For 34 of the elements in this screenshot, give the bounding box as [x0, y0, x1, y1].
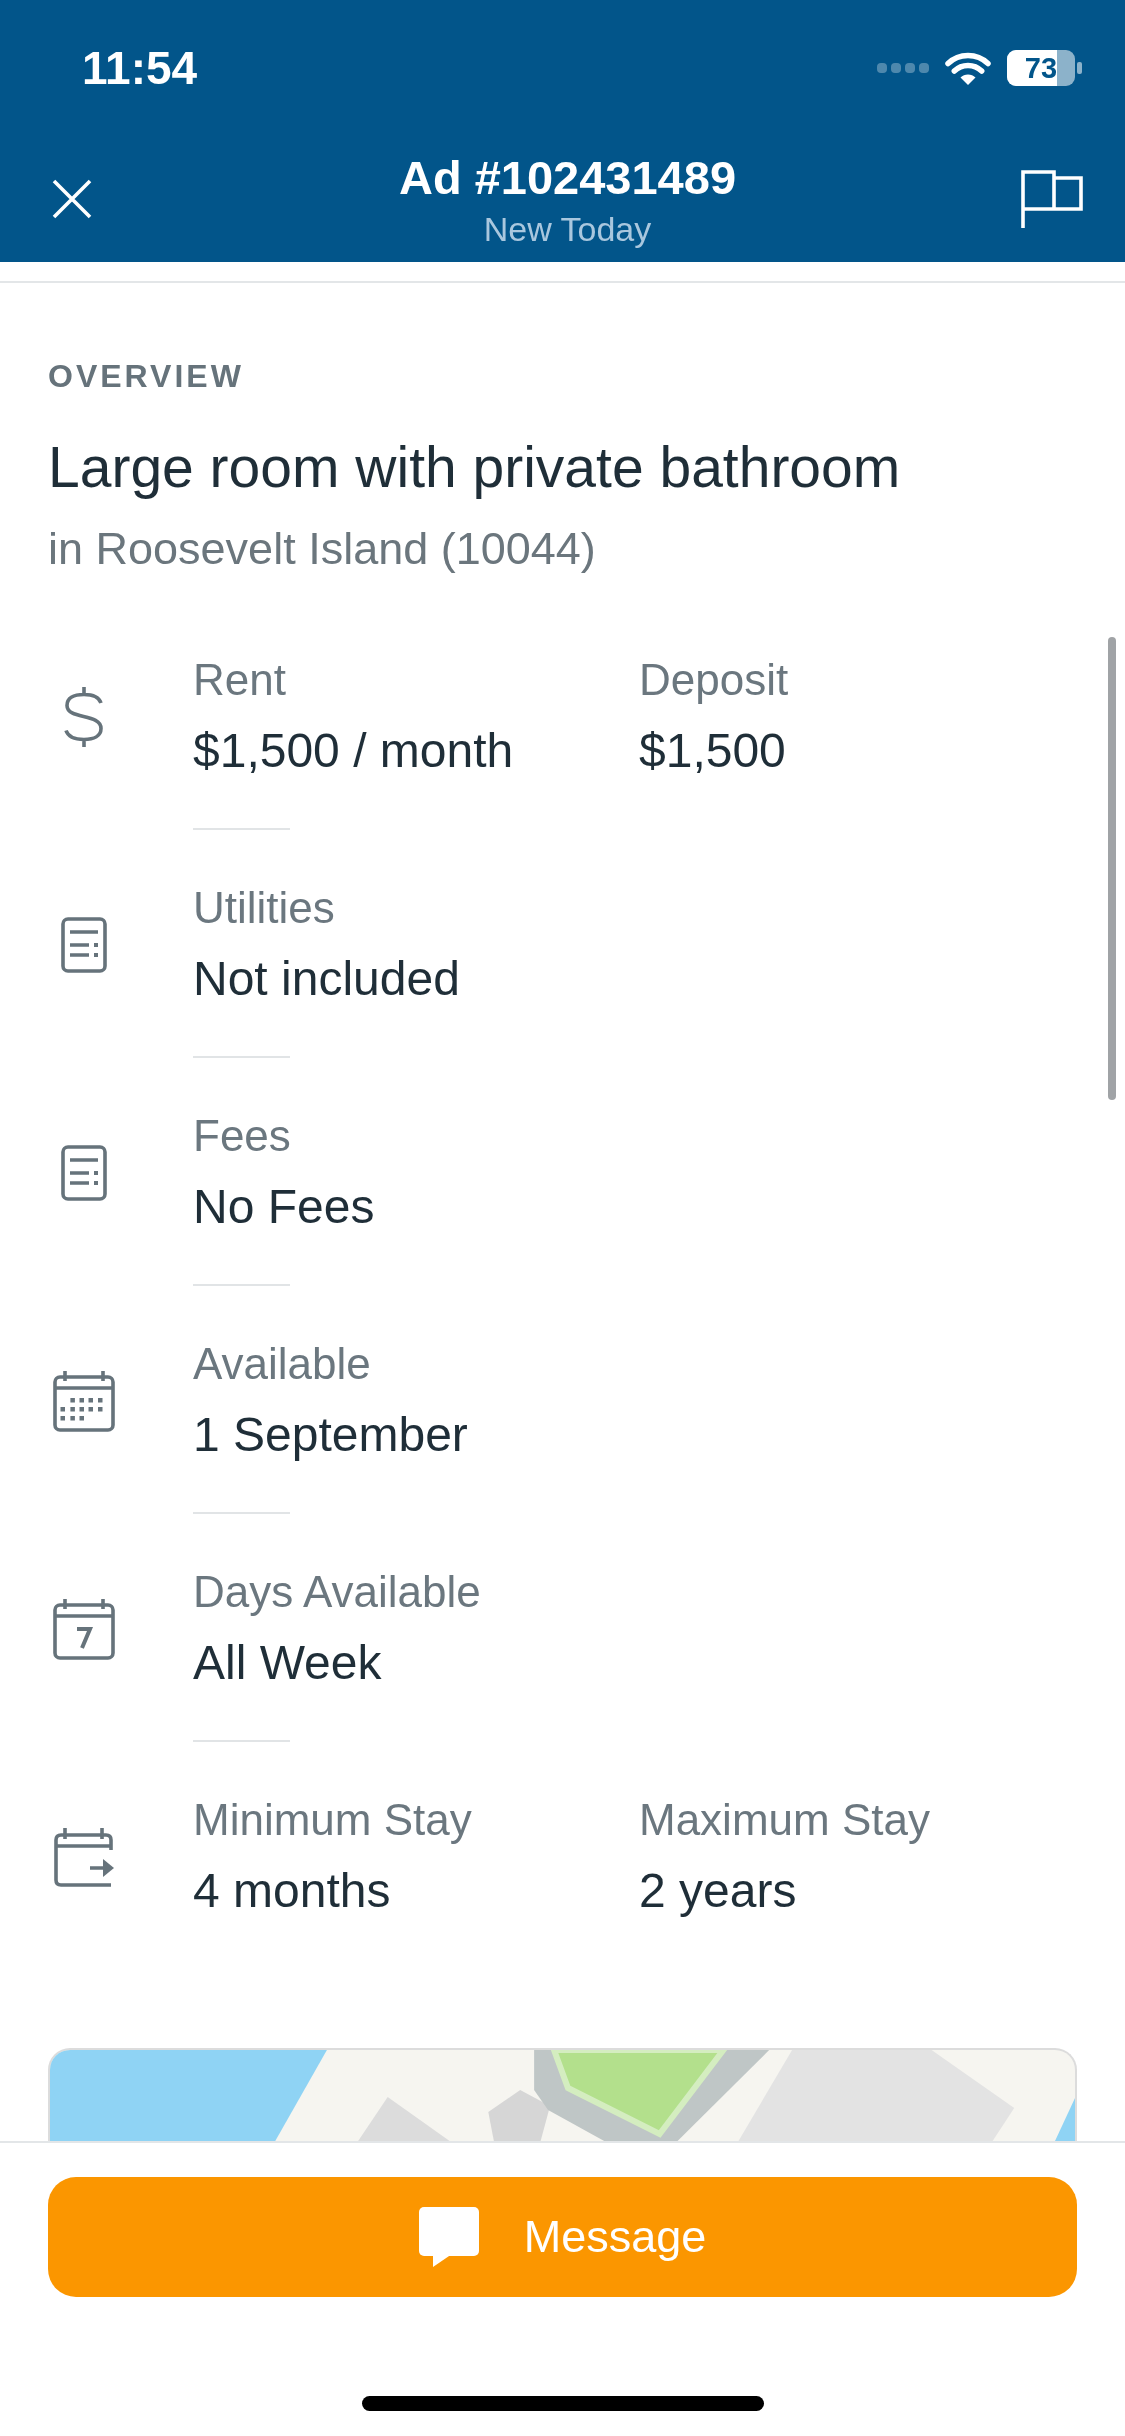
calendar-icon — [53, 1369, 115, 1432]
message-button[interactable]: Message — [48, 2177, 1077, 2297]
field-value: Not included — [193, 951, 460, 1007]
listing-location: in Roosevelt Island (10044) — [48, 522, 596, 576]
wifi-icon — [945, 51, 991, 85]
field-value: $1,500 / month — [193, 723, 514, 779]
signal-icon — [877, 62, 929, 74]
field-value: No Fees — [193, 1179, 375, 1235]
listing-title: Large room with private bathroom — [48, 434, 901, 500]
document-icon — [61, 1144, 107, 1201]
field-value: 4 months — [193, 1863, 391, 1919]
flag-icon[interactable] — [1021, 170, 1083, 228]
field-label: Rent — [193, 654, 286, 706]
field-label: Available — [193, 1338, 371, 1390]
field-value: $1,500 — [639, 723, 786, 779]
status-time: 11:54 — [82, 42, 198, 94]
close-icon[interactable] — [52, 179, 92, 219]
calendar-seven-icon — [53, 1597, 115, 1660]
calendar-arrow-icon — [53, 1825, 115, 1888]
field-value: 1 September — [193, 1407, 468, 1463]
field-label: Days Available — [193, 1566, 481, 1618]
ad-subtitle: New Today — [483, 209, 652, 249]
chat-bubble-icon — [418, 2207, 479, 2267]
field-label: Maximum Stay — [639, 1794, 930, 1846]
field-label: Fees — [193, 1110, 291, 1162]
document-icon — [61, 916, 107, 973]
battery-percent: 73 — [1024, 52, 1058, 84]
field-value: All Week — [193, 1635, 382, 1691]
field-label: Minimum Stay — [193, 1794, 472, 1846]
field-label: Deposit — [639, 654, 789, 706]
field-value: 2 years — [639, 1863, 797, 1919]
section-heading: OVERVIEW — [48, 357, 244, 395]
ad-title: Ad #102431489 — [398, 152, 737, 204]
field-label: Utilities — [193, 882, 335, 934]
